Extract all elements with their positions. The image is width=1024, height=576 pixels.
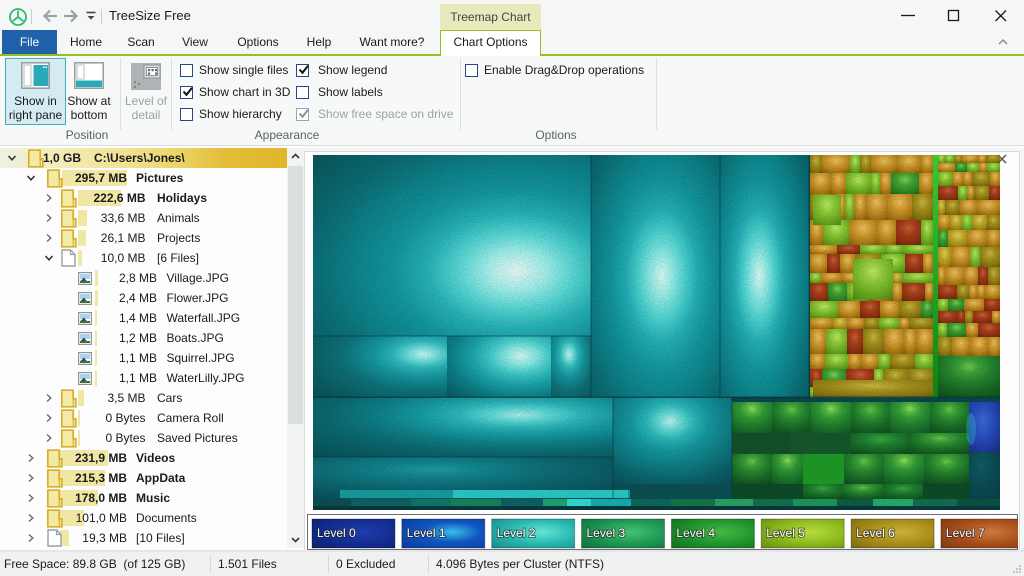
svg-text:Level 4: Level 4	[676, 526, 715, 540]
svg-text:Level 5: Level 5	[766, 526, 805, 540]
svg-text:Level 2: Level 2	[497, 526, 536, 540]
svg-text:Level 0: Level 0	[317, 526, 356, 540]
svg-text:Level 7: Level 7	[946, 526, 985, 540]
svg-text:Level 6: Level 6	[856, 526, 895, 540]
svg-text:Level 1: Level 1	[407, 526, 446, 540]
svg-text:Level 3: Level 3	[587, 526, 626, 540]
